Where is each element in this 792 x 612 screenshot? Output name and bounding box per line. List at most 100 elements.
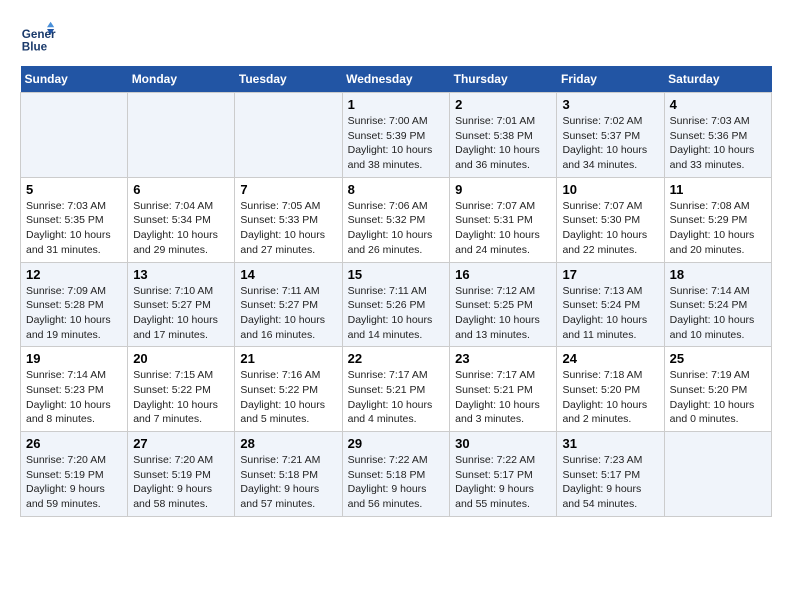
calendar-cell: 31Sunrise: 7:23 AM Sunset: 5:17 PM Dayli… xyxy=(557,432,664,517)
day-number: 10 xyxy=(562,182,658,197)
day-number: 31 xyxy=(562,436,658,451)
day-number: 7 xyxy=(240,182,336,197)
day-number: 30 xyxy=(455,436,551,451)
calendar-cell: 18 Sunrise: 7:14 AM Sunset: 5:24 PM Dayli… xyxy=(664,262,771,347)
day-info: Sunrise: 7:22 AM Sunset: 5:17 PM Dayligh… xyxy=(455,453,551,512)
day-info: Sunrise: 7:02 AM Sunset: 5:37 PM Dayligh… xyxy=(562,114,658,173)
calendar-cell xyxy=(664,432,771,517)
header-day-saturday: Saturday xyxy=(664,66,771,93)
calendar-cell: 19 Sunrise: 7:14 AM Sunset: 5:23 PM Dayli… xyxy=(21,347,128,432)
calendar-cell: 26 Sunrise: 7:20 AM Sunset: 5:19 PM Dayli… xyxy=(21,432,128,517)
day-info: Sunrise: 7:16 AM Sunset: 5:22 PM Dayligh… xyxy=(240,368,336,427)
day-info: Sunrise: 7:13 AM Sunset: 5:24 PM Dayligh… xyxy=(562,284,658,343)
day-number: 17 xyxy=(562,267,658,282)
day-info: Sunrise: 7:14 AM Sunset: 5:23 PM Dayligh… xyxy=(26,368,122,427)
calendar-cell: 5Sunrise: 7:03 AM Sunset: 5:35 PM Daylig… xyxy=(21,177,128,262)
day-number: 4 xyxy=(670,97,766,112)
day-info: Sunrise: 7:07 AM Sunset: 5:31 PM Dayligh… xyxy=(455,199,551,258)
day-info: Sunrise: 7:12 AM Sunset: 5:25 PM Dayligh… xyxy=(455,284,551,343)
day-info: Sunrise: 7:10 AM Sunset: 5:27 PM Dayligh… xyxy=(133,284,229,343)
day-info: Sunrise: 7:20 AM Sunset: 5:19 PM Dayligh… xyxy=(133,453,229,512)
day-number: 24 xyxy=(562,351,658,366)
calendar-cell xyxy=(21,93,128,178)
day-number: 11 xyxy=(670,182,766,197)
day-info: Sunrise: 7:00 AM Sunset: 5:39 PM Dayligh… xyxy=(348,114,445,173)
calendar-cell: 25 Sunrise: 7:19 AM Sunset: 5:20 PM Dayli… xyxy=(664,347,771,432)
calendar-cell: 2Sunrise: 7:01 AM Sunset: 5:38 PM Daylig… xyxy=(450,93,557,178)
calendar-cell: 7 Sunrise: 7:05 AM Sunset: 5:33 PM Daylig… xyxy=(235,177,342,262)
header-row: SundayMondayTuesdayWednesdayThursdayFrid… xyxy=(21,66,772,93)
week-row-4: 26 Sunrise: 7:20 AM Sunset: 5:19 PM Dayli… xyxy=(21,432,772,517)
day-number: 27 xyxy=(133,436,229,451)
logo-icon: General Blue xyxy=(20,20,56,56)
day-number: 26 xyxy=(26,436,122,451)
week-row-2: 12 Sunrise: 7:09 AM Sunset: 5:28 PM Dayli… xyxy=(21,262,772,347)
day-number: 28 xyxy=(240,436,336,451)
calendar-cell: 9 Sunrise: 7:07 AM Sunset: 5:31 PM Daylig… xyxy=(450,177,557,262)
calendar-cell: 11Sunrise: 7:08 AM Sunset: 5:29 PM Dayli… xyxy=(664,177,771,262)
day-number: 29 xyxy=(348,436,445,451)
calendar-cell: 13 Sunrise: 7:10 AM Sunset: 5:27 PM Dayli… xyxy=(128,262,235,347)
day-number: 21 xyxy=(240,351,336,366)
day-info: Sunrise: 7:03 AM Sunset: 5:35 PM Dayligh… xyxy=(26,199,122,258)
calendar-cell: 20Sunrise: 7:15 AM Sunset: 5:22 PM Dayli… xyxy=(128,347,235,432)
calendar-cell: 8 Sunrise: 7:06 AM Sunset: 5:32 PM Daylig… xyxy=(342,177,450,262)
calendar-cell: 10 Sunrise: 7:07 AM Sunset: 5:30 PM Dayli… xyxy=(557,177,664,262)
day-info: Sunrise: 7:07 AM Sunset: 5:30 PM Dayligh… xyxy=(562,199,658,258)
logo: General Blue xyxy=(20,20,60,56)
header-day-sunday: Sunday xyxy=(21,66,128,93)
day-number: 6 xyxy=(133,182,229,197)
day-number: 25 xyxy=(670,351,766,366)
day-number: 16 xyxy=(455,267,551,282)
week-row-3: 19 Sunrise: 7:14 AM Sunset: 5:23 PM Dayli… xyxy=(21,347,772,432)
header-day-friday: Friday xyxy=(557,66,664,93)
header-day-tuesday: Tuesday xyxy=(235,66,342,93)
header-day-thursday: Thursday xyxy=(450,66,557,93)
calendar-cell: 23 Sunrise: 7:17 AM Sunset: 5:21 PM Dayli… xyxy=(450,347,557,432)
day-info: Sunrise: 7:11 AM Sunset: 5:26 PM Dayligh… xyxy=(348,284,445,343)
day-number: 3 xyxy=(562,97,658,112)
calendar-cell: 4 Sunrise: 7:03 AM Sunset: 5:36 PM Daylig… xyxy=(664,93,771,178)
day-number: 8 xyxy=(348,182,445,197)
day-number: 13 xyxy=(133,267,229,282)
day-number: 2 xyxy=(455,97,551,112)
day-info: Sunrise: 7:05 AM Sunset: 5:33 PM Dayligh… xyxy=(240,199,336,258)
day-number: 12 xyxy=(26,267,122,282)
day-info: Sunrise: 7:06 AM Sunset: 5:32 PM Dayligh… xyxy=(348,199,445,258)
calendar-cell: 6 Sunrise: 7:04 AM Sunset: 5:34 PM Daylig… xyxy=(128,177,235,262)
day-info: Sunrise: 7:11 AM Sunset: 5:27 PM Dayligh… xyxy=(240,284,336,343)
calendar-cell: 15Sunrise: 7:11 AM Sunset: 5:26 PM Dayli… xyxy=(342,262,450,347)
calendar-cell: 16 Sunrise: 7:12 AM Sunset: 5:25 PM Dayli… xyxy=(450,262,557,347)
day-info: Sunrise: 7:20 AM Sunset: 5:19 PM Dayligh… xyxy=(26,453,122,512)
header-day-monday: Monday xyxy=(128,66,235,93)
calendar-cell: 28Sunrise: 7:21 AM Sunset: 5:18 PM Dayli… xyxy=(235,432,342,517)
day-number: 20 xyxy=(133,351,229,366)
header: General Blue xyxy=(20,20,772,56)
day-info: Sunrise: 7:14 AM Sunset: 5:24 PM Dayligh… xyxy=(670,284,766,343)
day-number: 14 xyxy=(240,267,336,282)
day-number: 1 xyxy=(348,97,445,112)
header-day-wednesday: Wednesday xyxy=(342,66,450,93)
calendar-cell xyxy=(235,93,342,178)
calendar-cell: 30 Sunrise: 7:22 AM Sunset: 5:17 PM Dayli… xyxy=(450,432,557,517)
day-info: Sunrise: 7:17 AM Sunset: 5:21 PM Dayligh… xyxy=(348,368,445,427)
calendar-cell: 29Sunrise: 7:22 AM Sunset: 5:18 PM Dayli… xyxy=(342,432,450,517)
day-info: Sunrise: 7:09 AM Sunset: 5:28 PM Dayligh… xyxy=(26,284,122,343)
day-info: Sunrise: 7:04 AM Sunset: 5:34 PM Dayligh… xyxy=(133,199,229,258)
calendar-cell xyxy=(128,93,235,178)
week-row-0: 1 Sunrise: 7:00 AM Sunset: 5:39 PM Daylig… xyxy=(21,93,772,178)
calendar-cell: 24Sunrise: 7:18 AM Sunset: 5:20 PM Dayli… xyxy=(557,347,664,432)
day-number: 18 xyxy=(670,267,766,282)
svg-text:Blue: Blue xyxy=(22,41,48,54)
calendar-cell: 12 Sunrise: 7:09 AM Sunset: 5:28 PM Dayli… xyxy=(21,262,128,347)
day-number: 9 xyxy=(455,182,551,197)
calendar-cell: 27 Sunrise: 7:20 AM Sunset: 5:19 PM Dayli… xyxy=(128,432,235,517)
day-number: 19 xyxy=(26,351,122,366)
calendar-cell: 14 Sunrise: 7:11 AM Sunset: 5:27 PM Dayli… xyxy=(235,262,342,347)
calendar-cell: 3 Sunrise: 7:02 AM Sunset: 5:37 PM Daylig… xyxy=(557,93,664,178)
calendar-table: SundayMondayTuesdayWednesdayThursdayFrid… xyxy=(20,66,772,517)
day-info: Sunrise: 7:17 AM Sunset: 5:21 PM Dayligh… xyxy=(455,368,551,427)
day-info: Sunrise: 7:03 AM Sunset: 5:36 PM Dayligh… xyxy=(670,114,766,173)
day-number: 23 xyxy=(455,351,551,366)
day-info: Sunrise: 7:19 AM Sunset: 5:20 PM Dayligh… xyxy=(670,368,766,427)
